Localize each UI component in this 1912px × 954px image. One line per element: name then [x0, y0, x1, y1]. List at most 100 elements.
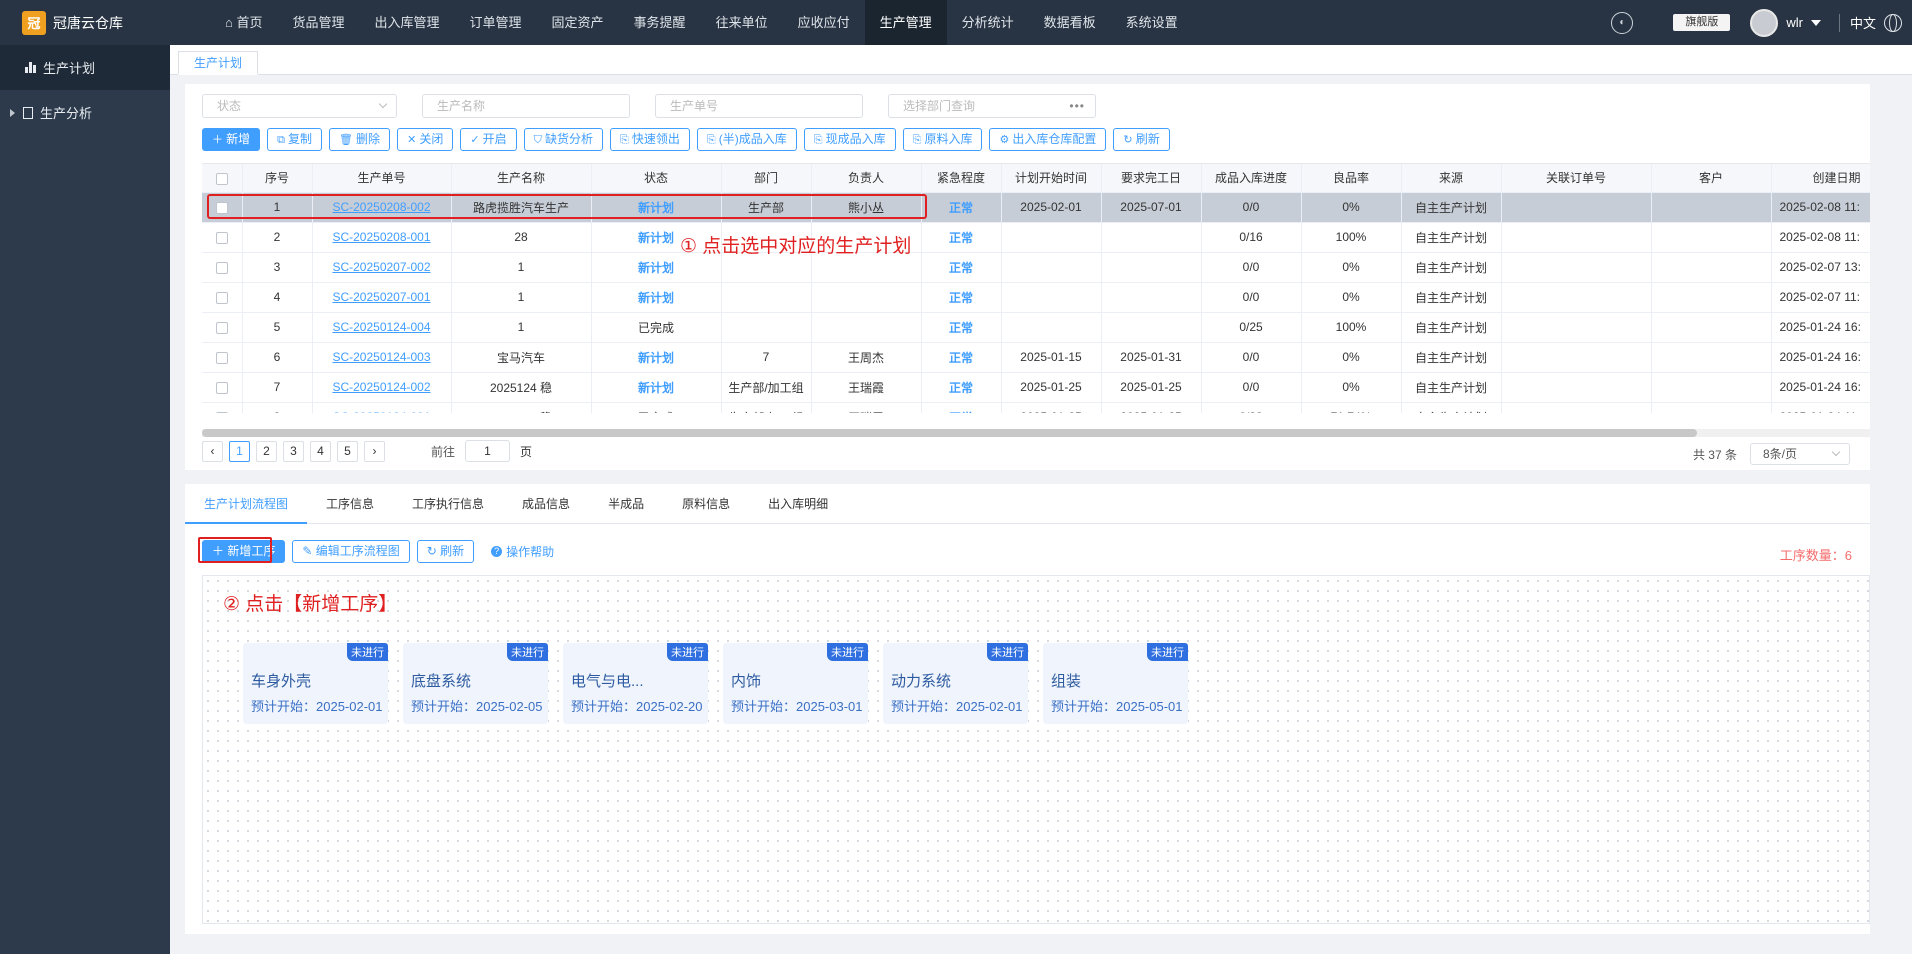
nav-item-6[interactable]: 往来单位 [701, 0, 783, 45]
toolbar-button-7[interactable]: ⎘ (半)成品入库 [696, 128, 797, 151]
flow-canvas[interactable]: ② 点击【新增工序】 未进行 车身外壳 预计开始：2025-02-01 未进行 底盘系统… [202, 575, 1870, 924]
chevron-down-icon[interactable] [1810, 19, 1821, 26]
page-size-select[interactable]: 8条/页 [1750, 443, 1850, 465]
page-4[interactable]: 4 [310, 440, 331, 462]
toolbar-button-0[interactable]: ＋ 新增 [202, 128, 261, 151]
row-checkbox[interactable] [215, 321, 228, 334]
row-checkbox-cell[interactable] [202, 402, 243, 413]
row-checkbox[interactable] [215, 231, 228, 244]
toolbar-button-4[interactable]: ✓ 开启 [460, 128, 517, 151]
plan-code-link[interactable]: SC-20250208-001 [332, 230, 430, 244]
table-row[interactable]: 5 SC-20250124-004 1 已完成 正常 0/25 100% 自主生产计划 2025… [202, 312, 1870, 343]
nav-item-1[interactable]: 货品管理 [277, 0, 359, 45]
sidebar-item-plan[interactable]: 生产计划 [0, 45, 170, 90]
username[interactable]: wlr [1786, 15, 1803, 30]
toolbar-button-11[interactable]: ↻ 刷新 [1113, 128, 1170, 151]
tab-detail-5[interactable]: 原料信息 [663, 484, 749, 524]
row-checkbox[interactable] [215, 291, 228, 304]
table-row[interactable]: 7 SC-20250124-002 2025124 稳 新计划 生产部/加工组 王瑞霞 正常… [202, 372, 1870, 403]
table-cell[interactable]: SC-20250124-002 [312, 372, 452, 403]
github-icon[interactable]: ◐ [1611, 11, 1634, 34]
department-select[interactable]: 选择部门查询 ••• [888, 94, 1096, 118]
row-checkbox-cell[interactable] [202, 372, 243, 403]
toolbar-button-2[interactable]: 🗑 删除 [329, 128, 391, 151]
status-select[interactable]: 状态 [202, 94, 397, 118]
table-row[interactable]: 8 SC-20250124-001 2025124 稳 已完成 生产部/加工组 王瑞霞 正常… [202, 402, 1870, 413]
tab-detail-0[interactable]: 生产计划流程图 [185, 484, 308, 524]
process-node[interactable]: 未进行 车身外壳 预计开始：2025-02-01 [243, 643, 388, 724]
sidebar-item-analysis[interactable]: 生产分析 [0, 90, 170, 135]
tab-detail-3[interactable]: 成品信息 [503, 484, 589, 524]
next-page-button[interactable]: › [364, 440, 385, 462]
row-checkbox-cell[interactable] [202, 282, 243, 313]
page-5[interactable]: 5 [337, 440, 358, 462]
tab-detail-4[interactable]: 半成品 [589, 484, 663, 524]
nav-item-10[interactable]: 数据看板 [1029, 0, 1111, 45]
toolbar-button-3[interactable]: ✕ 关闭 [397, 128, 454, 151]
toolbar-button-5[interactable]: ⛉ 缺货分析 [523, 128, 603, 151]
process-node[interactable]: 未进行 电气与电... 预计开始：2025-02-20 [563, 643, 708, 724]
toolbar-button-10[interactable]: ⚙ 出入库仓库配置 [989, 128, 1107, 151]
tab-detail-2[interactable]: 工序执行信息 [393, 484, 503, 524]
table-row[interactable]: 4 SC-20250207-001 1 新计划 正常 0/0 0% 自主生产计划 2025-02… [202, 282, 1870, 313]
table-cell[interactable]: SC-20250124-004 [312, 312, 452, 343]
toolbar-button-1[interactable]: ⧉ 复制 [267, 128, 323, 151]
globe-icon[interactable] [1884, 13, 1902, 32]
nav-item-9[interactable]: 分析统计 [947, 0, 1029, 45]
plan-code-link[interactable]: SC-20250124-004 [332, 320, 430, 334]
row-checkbox[interactable] [215, 351, 228, 364]
plan-code-link[interactable]: SC-20250124-001 [332, 410, 430, 413]
toolbar-button-8[interactable]: ⎘ 现成品入库 [803, 128, 896, 151]
table-cell[interactable]: SC-20250124-003 [312, 342, 452, 373]
plan-code-link[interactable]: SC-20250124-003 [332, 350, 430, 364]
page-1[interactable]: 1 [229, 440, 250, 462]
table-cell[interactable]: SC-20250124-001 [312, 402, 452, 413]
row-checkbox[interactable] [215, 381, 228, 394]
horizontal-scrollbar[interactable] [202, 429, 1870, 437]
tab-detail-6[interactable]: 出入库明细 [749, 484, 847, 524]
plan-code-link[interactable]: SC-20250207-001 [332, 290, 430, 304]
language-switch[interactable]: 中文 [1850, 13, 1876, 32]
app-logo[interactable]: 冠 冠唐云仓库 [0, 0, 170, 45]
table-cell[interactable]: SC-20250207-002 [312, 252, 452, 283]
nav-item-0[interactable]: ⌂ 首页 [210, 0, 277, 45]
tab-detail-1[interactable]: 工序信息 [307, 484, 393, 524]
tab-production-plan[interactable]: 生产计划 [178, 51, 259, 75]
production-name-input[interactable]: 生产名称 [422, 94, 630, 118]
table-row[interactable]: 3 SC-20250207-002 1 新计划 正常 0/0 0% 自主生产计划 2025-02… [202, 252, 1870, 283]
nav-item-5[interactable]: 事务提醒 [619, 0, 701, 45]
process-node[interactable]: 未进行 底盘系统 预计开始：2025-02-05 [403, 643, 548, 724]
refresh-button[interactable]: ↻ 刷新 [416, 540, 475, 563]
process-node[interactable]: 未进行 内饰 预计开始：2025-03-01 [723, 643, 868, 724]
avatar[interactable] [1750, 8, 1779, 37]
row-checkbox-cell[interactable] [202, 312, 243, 343]
nav-item-4[interactable]: 固定资产 [537, 0, 619, 45]
page-2[interactable]: 2 [256, 440, 277, 462]
row-checkbox-cell[interactable] [202, 252, 243, 283]
goto-page-input[interactable]: 1 [465, 440, 511, 462]
row-checkbox-cell[interactable] [202, 342, 243, 373]
plan-code-link[interactable]: SC-20250207-002 [332, 260, 430, 274]
production-code-input[interactable]: 生产单号 [655, 94, 863, 118]
nav-item-3[interactable]: 订单管理 [455, 0, 537, 45]
row-checkbox[interactable] [215, 261, 228, 274]
toolbar-button-9[interactable]: ⎘ 原料入库 [902, 128, 983, 151]
prev-page-button[interactable]: ‹ [202, 440, 223, 462]
toolbar-button-6[interactable]: ⎘ 快速领出 [609, 128, 690, 151]
process-node[interactable]: 未进行 动力系统 预计开始：2025-02-01 [883, 643, 1028, 724]
nav-item-8[interactable]: 生产管理 [864, 0, 947, 45]
plan-code-link[interactable]: SC-20250124-002 [332, 380, 430, 394]
table-cell[interactable]: SC-20250207-001 [312, 282, 452, 313]
row-checkbox-cell[interactable] [202, 222, 243, 253]
page-3[interactable]: 3 [283, 440, 304, 462]
nav-item-7[interactable]: 应收应付 [783, 0, 865, 45]
edit-flow-button[interactable]: ✎ 编辑工序流程图 [292, 540, 410, 563]
select-all-checkbox[interactable] [215, 172, 228, 185]
nav-item-11[interactable]: 系统设置 [1111, 0, 1193, 45]
help-link[interactable]: ? 操作帮助 [491, 543, 554, 560]
scrollbar-thumb[interactable] [202, 429, 1697, 437]
table-row[interactable]: 2 SC-20250208-001 28 新计划 正常 0/16 100% 自主生产计划 202… [202, 222, 1870, 253]
table-cell[interactable]: SC-20250208-001 [312, 222, 452, 253]
nav-item-2[interactable]: 出入库管理 [360, 0, 455, 45]
row-checkbox[interactable] [215, 411, 228, 413]
